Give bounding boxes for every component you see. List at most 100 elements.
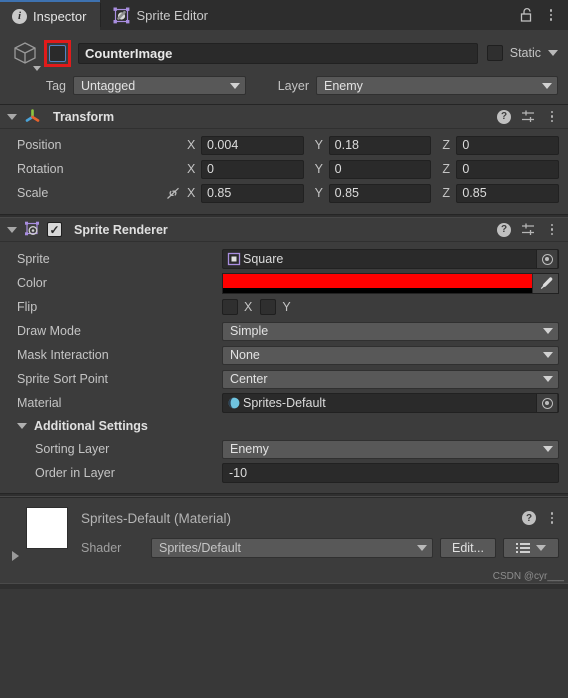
transform-scale-row: Scale X 0.85 Y 0.85 Z 0.85 [9, 182, 560, 204]
sprite-row: Sprite Square [9, 247, 559, 271]
object-picker-icon[interactable] [536, 394, 557, 412]
mask-interaction-dropdown[interactable]: None [222, 345, 559, 365]
eyedropper-icon[interactable] [532, 273, 558, 293]
help-icon[interactable]: ? [522, 511, 536, 525]
tag-dropdown[interactable]: Untagged [73, 76, 246, 95]
chevron-down-icon [417, 545, 427, 551]
position-label: Position [17, 138, 62, 152]
broken-link-icon[interactable] [162, 186, 184, 201]
order-in-layer-input[interactable]: -10 [222, 463, 559, 483]
axis-x-label: X [187, 186, 196, 200]
tab-sprite-editor[interactable]: Sprite Editor [101, 0, 222, 30]
position-y-input[interactable]: 0.18 [328, 135, 432, 155]
rotation-x-input[interactable]: 0 [201, 159, 304, 179]
tab-bar: i Inspector Sprite Editor [0, 0, 568, 30]
transform-header-icons: ? [497, 109, 559, 125]
color-field[interactable] [222, 272, 559, 294]
rotation-y-input[interactable]: 0 [328, 159, 432, 179]
gameobject-name-input[interactable]: CounterImage [78, 42, 478, 64]
scale-z-input[interactable]: 0.85 [456, 183, 560, 203]
sprite-renderer-body: Sprite Square Color Flip X Y Draw Mode S… [0, 242, 568, 493]
axis-y-label: Y [314, 186, 324, 200]
flip-y-checkbox[interactable] [260, 299, 277, 315]
rotation-z-input[interactable]: 0 [456, 159, 560, 179]
rotation-label: Rotation [17, 162, 64, 176]
material-foldout[interactable] [6, 507, 24, 583]
shader-label: Shader [81, 541, 122, 555]
material-preview-panel: Sprites-Default (Material) ? Shader Spri… [0, 497, 568, 583]
additional-settings-header[interactable]: Additional Settings [9, 415, 559, 437]
transform-body: Position X 0.004 Y 0.18 Z 0 Rotation X 0… [0, 129, 568, 214]
flip-x-checkbox[interactable] [222, 299, 238, 315]
edit-shader-button[interactable]: Edit... [440, 538, 496, 558]
foldout-arrow-icon[interactable] [7, 226, 17, 233]
material-header-icons: ? [522, 510, 559, 526]
layer-dropdown[interactable]: Enemy [316, 76, 558, 95]
tab-sprite-editor-label: Sprite Editor [136, 7, 209, 23]
transform-rotation-row: Rotation X 0 Y 0 Z 0 [9, 158, 560, 180]
sprite-object-field[interactable]: Square [222, 249, 559, 269]
gameobject-active-checkbox[interactable] [49, 44, 66, 62]
material-title: Sprites-Default (Material) [81, 510, 232, 526]
preset-icon[interactable] [520, 109, 536, 124]
tab-inspector[interactable]: i Inspector [0, 0, 101, 30]
material-object-field[interactable]: Sprites-Default [222, 393, 559, 413]
sorting-layer-dropdown[interactable]: Enemy [222, 439, 559, 459]
preset-icon[interactable] [520, 222, 536, 237]
gameobject-header: CounterImage Static Tag Untagged Layer E… [0, 30, 568, 105]
sprite-sort-point-dropdown[interactable]: Center [222, 369, 559, 389]
help-icon[interactable]: ? [497, 109, 511, 124]
chevron-down-icon [543, 352, 553, 358]
foldout-arrow-right-icon[interactable] [11, 551, 19, 561]
draw-mode-dropdown[interactable]: Simple [222, 321, 559, 341]
scale-y-input[interactable]: 0.85 [328, 183, 432, 203]
sorting-layer-row: Sorting Layer Enemy [9, 437, 559, 461]
tag-layer-row: Tag Untagged Layer Enemy [8, 76, 558, 95]
shader-dropdown[interactable]: Sprites/Default [151, 538, 433, 558]
kebab-menu-icon[interactable] [545, 222, 559, 238]
static-dropdown-caret-icon[interactable] [548, 50, 558, 56]
order-in-layer-label: Order in Layer [35, 466, 115, 480]
sprite-renderer-header-icons: ? [497, 222, 559, 238]
transform-header[interactable]: Transform ? [0, 105, 568, 129]
mask-interaction-row: Mask Interaction None [9, 343, 559, 367]
sprite-label: Sprite [17, 252, 50, 266]
object-picker-icon[interactable] [536, 250, 557, 268]
mask-interaction-label: Mask Interaction [17, 348, 109, 362]
scale-x-input[interactable]: 0.85 [201, 183, 304, 203]
material-preset-button[interactable] [503, 538, 559, 558]
kebab-menu-icon[interactable] [544, 7, 558, 23]
sprite-renderer-header[interactable]: ✓ Sprite Renderer ? [0, 218, 568, 242]
color-row: Color [9, 271, 559, 295]
position-x-input[interactable]: 0.004 [201, 135, 304, 155]
sprite-value: Square [243, 252, 284, 266]
foldout-arrow-icon[interactable] [7, 113, 17, 120]
foldout-arrow-icon[interactable] [17, 423, 27, 429]
sorting-layer-label: Sorting Layer [35, 442, 110, 456]
cube-dropdown-caret-icon[interactable] [33, 66, 41, 71]
axis-y-label: Y [314, 162, 324, 176]
draw-mode-value: Simple [230, 324, 269, 338]
order-in-layer-row: Order in Layer -10 [9, 461, 559, 485]
sprite-sort-point-value: Center [230, 372, 268, 386]
sprite-renderer-enabled-checkbox[interactable]: ✓ [47, 222, 62, 237]
transform-gizmo-icon [24, 108, 41, 125]
draw-mode-row: Draw Mode Simple [9, 319, 559, 343]
position-z-input[interactable]: 0 [456, 135, 560, 155]
static-checkbox[interactable] [486, 45, 503, 61]
material-title-row: Sprites-Default (Material) ? [81, 507, 559, 529]
help-icon[interactable]: ? [497, 222, 511, 237]
axis-x-label: X [187, 162, 196, 176]
kebab-menu-icon[interactable] [545, 510, 559, 526]
tab-inspector-label: Inspector [33, 8, 87, 24]
lock-open-icon[interactable] [519, 7, 534, 23]
active-checkbox-highlight [44, 39, 71, 67]
tab-bar-controls [519, 0, 568, 30]
gameobject-name-row: CounterImage Static [8, 38, 558, 71]
tag-value: Untagged [81, 78, 136, 93]
sprite-editor-icon [113, 7, 130, 24]
color-label: Color [17, 276, 47, 290]
kebab-menu-icon[interactable] [545, 109, 559, 125]
watermark-text: CSDN @cyr___ [492, 571, 564, 582]
draw-mode-label: Draw Mode [17, 324, 81, 338]
